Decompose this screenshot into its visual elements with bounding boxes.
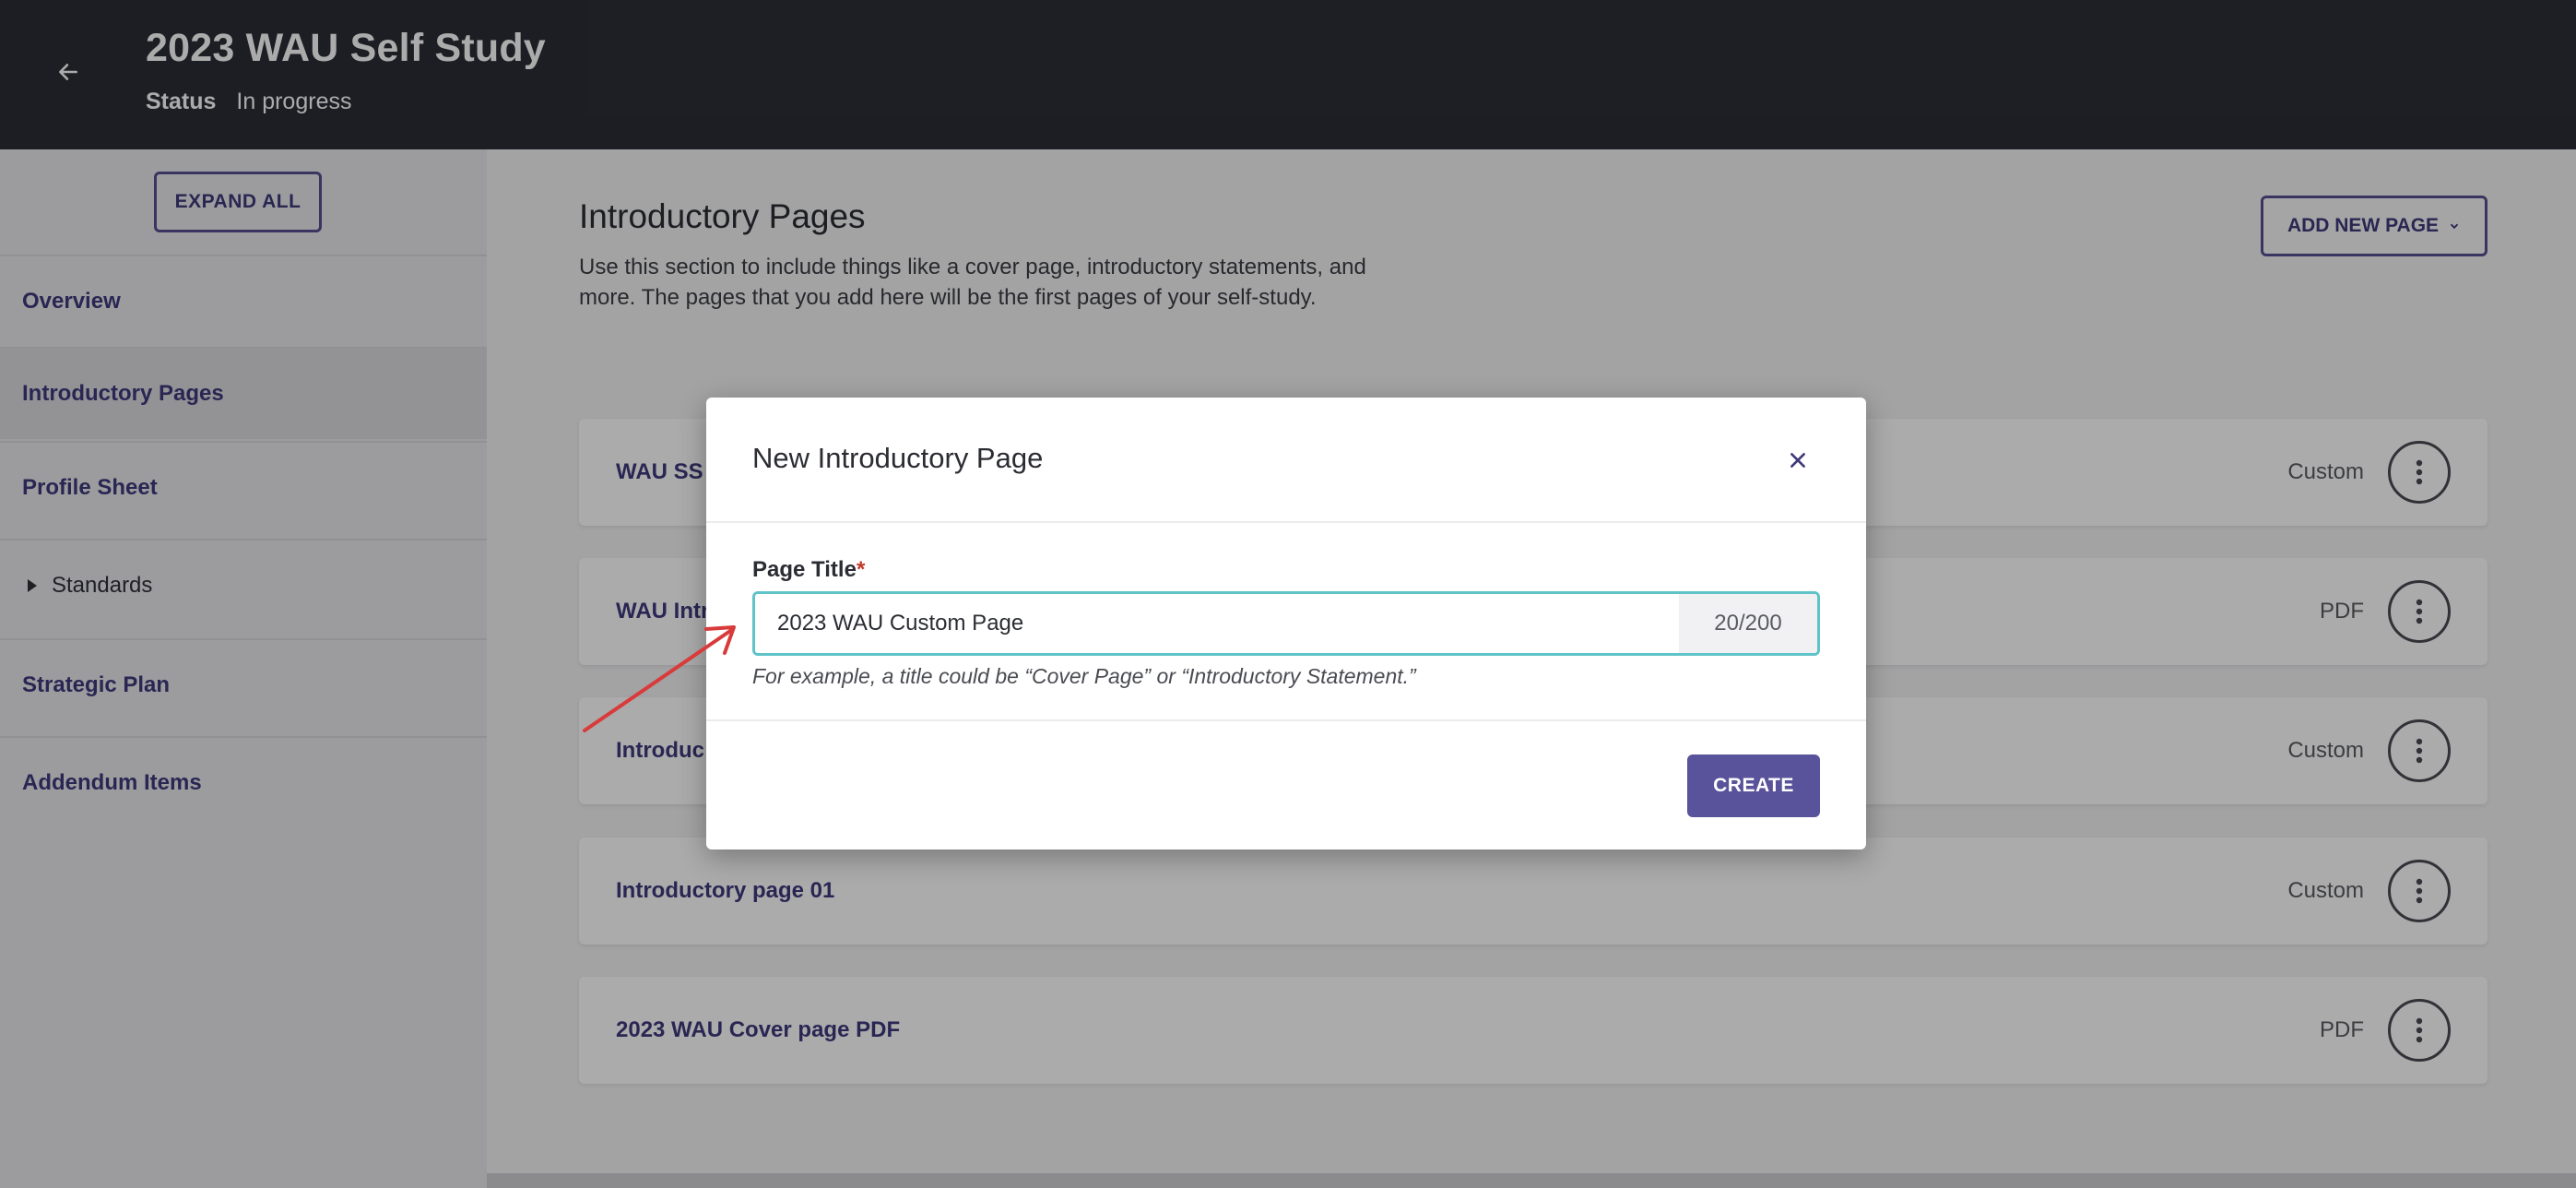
page-title-input[interactable] <box>755 594 1679 653</box>
dialog-title: New Introductory Page <box>752 442 1044 474</box>
page-title-label-text: Page Title <box>752 557 857 582</box>
character-counter: 20/200 <box>1679 594 1817 653</box>
helper-text: For example, a title could be “Cover Pag… <box>752 664 1416 688</box>
required-marker: * <box>856 557 866 582</box>
create-button[interactable]: CREATE <box>1687 754 1820 817</box>
divider <box>706 719 1866 721</box>
page-title-field: 20/200 <box>752 591 1820 656</box>
annotation-arrow-icon <box>583 625 736 732</box>
close-icon[interactable] <box>1781 444 1814 477</box>
divider <box>706 521 1866 523</box>
page-title-label: Page Title* <box>752 557 865 583</box>
new-page-dialog: New Introductory Page Page Title* 20/200… <box>706 398 1866 849</box>
